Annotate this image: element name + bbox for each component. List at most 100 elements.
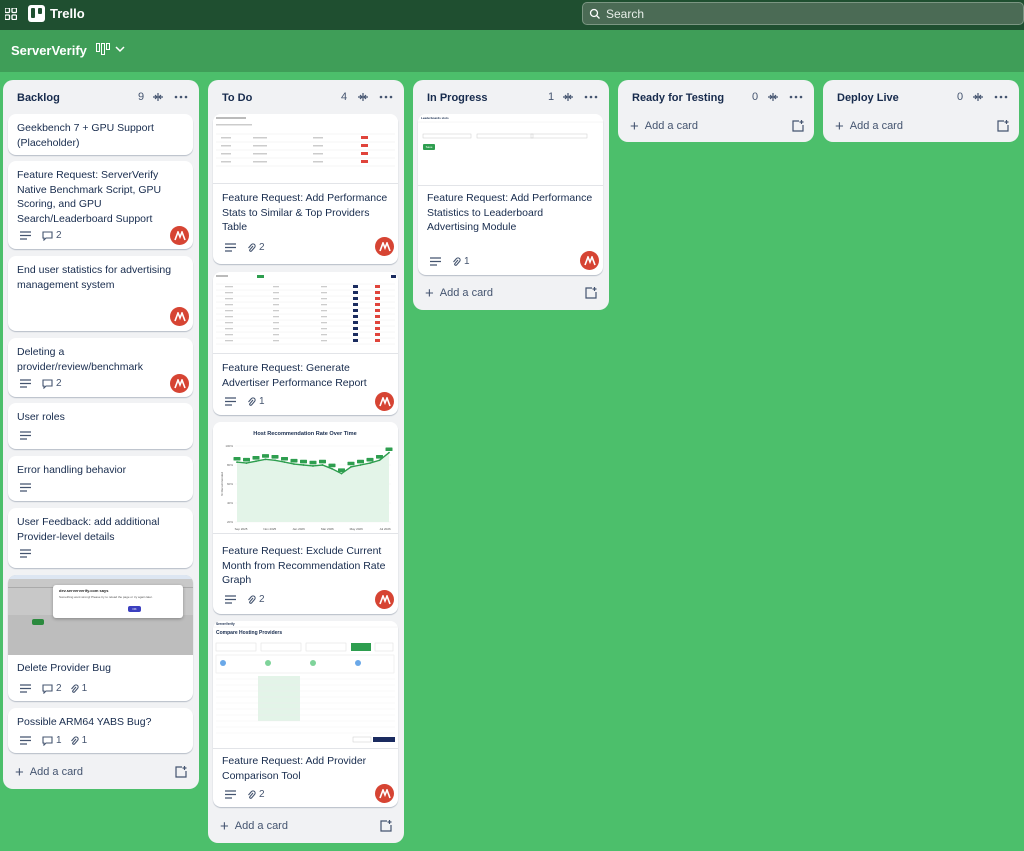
avatar-logo-icon	[378, 241, 391, 251]
card-badges: 2	[20, 378, 70, 389]
chart-data-label	[366, 457, 374, 462]
create-from-template-icon[interactable]	[380, 820, 392, 832]
comments-badge: 1	[42, 735, 62, 746]
chart-point	[369, 462, 371, 464]
attachments-badge: 1	[70, 683, 87, 694]
description-icon	[20, 231, 31, 240]
trello-logo[interactable]: Trello	[28, 5, 85, 22]
card[interactable]: Feature Request: ServerVerify Native Ben…	[8, 161, 193, 249]
collapse-list-icon[interactable]	[562, 92, 574, 102]
list-actions-icon[interactable]	[174, 91, 188, 103]
card[interactable]: Host Recommendation Rate Over Time % Rec…	[213, 422, 398, 614]
card[interactable]: User Feedback: add additional Provider-l…	[8, 508, 193, 568]
paperclip-icon	[248, 242, 256, 252]
board-title[interactable]: ServerVerify	[11, 43, 87, 58]
app-name: Trello	[50, 6, 85, 21]
description-icon	[20, 684, 31, 693]
list-title[interactable]: Backlog	[17, 92, 60, 104]
member-avatar[interactable]	[580, 251, 599, 270]
card[interactable]: End user statistics for advertising mana…	[8, 256, 193, 331]
collapse-list-icon[interactable]	[152, 92, 164, 102]
create-from-template-icon[interactable]	[175, 766, 187, 778]
add-card-button[interactable]: + Add a card	[220, 819, 288, 834]
card[interactable]: Deleting a provider/review/benchmark 2	[8, 338, 193, 397]
card[interactable]: Leaderboards slots Save Feature Request:…	[418, 114, 603, 275]
app-switcher-icon[interactable]	[5, 8, 17, 20]
attachments-badge: 1	[452, 256, 470, 267]
add-card-button[interactable]: + Add a card	[835, 119, 903, 134]
board-header: ServerVerify	[0, 30, 1024, 72]
add-card-button[interactable]: + Add a card	[425, 286, 493, 301]
list-header: In Progress 1	[413, 80, 609, 114]
member-avatar[interactable]	[375, 392, 394, 411]
member-avatar[interactable]	[170, 374, 189, 393]
add-card-button[interactable]: + Add a card	[630, 119, 698, 134]
chart-data-label	[338, 468, 345, 472]
collapse-list-icon[interactable]	[767, 92, 779, 102]
chart-point	[293, 463, 295, 465]
card-badges: 2	[20, 230, 70, 241]
chart-title: Host Recommendation Rate Over Time	[253, 431, 356, 437]
chart-data-label	[271, 455, 279, 459]
comment-icon	[42, 735, 53, 746]
chart-data-label	[376, 455, 383, 459]
add-card-label: Add a card	[849, 120, 903, 132]
description-icon	[20, 431, 31, 440]
chart-y-axis-label: % Recommended	[220, 472, 224, 496]
comment-count: 2	[56, 378, 62, 389]
card-badges	[20, 431, 42, 440]
card-badges: 2 1	[20, 683, 95, 694]
member-avatar[interactable]	[375, 784, 394, 803]
list-actions-icon[interactable]	[789, 91, 803, 103]
member-avatar[interactable]	[375, 237, 394, 256]
card[interactable]: Feature Request: Generate Advertiser Per…	[213, 272, 398, 415]
alert-dialog-text: Something went wrong! Please try to relo…	[59, 595, 153, 599]
member-avatar[interactable]	[170, 226, 189, 245]
chart-y-tick-label: 20%	[227, 520, 233, 524]
list-title[interactable]: In Progress	[427, 92, 488, 104]
comment-icon	[42, 230, 53, 241]
member-avatar[interactable]	[170, 307, 189, 326]
description-badge	[20, 231, 34, 240]
table-screenshot-thumbnail	[216, 117, 395, 167]
attachment-count: 2	[259, 789, 265, 800]
chart-y-tick-label: 40%	[227, 501, 233, 505]
list-title[interactable]: Ready for Testing	[632, 92, 724, 104]
board-view-switcher[interactable]	[96, 43, 126, 55]
card[interactable]: User roles	[8, 403, 193, 449]
card-title: Deleting a provider/review/benchmark	[17, 346, 144, 373]
comment-icon	[42, 683, 53, 694]
list-actions-icon[interactable]	[994, 91, 1008, 103]
card[interactable]: ServerVerify Compare Hosting Providers F…	[213, 621, 398, 807]
paperclip-icon	[248, 594, 256, 604]
search-icon	[589, 8, 600, 19]
chart-point	[245, 462, 248, 464]
chart-point	[321, 464, 324, 466]
search-box[interactable]	[582, 2, 1024, 25]
description-icon	[225, 397, 236, 406]
chart-data-label	[233, 456, 241, 461]
list-actions-icon[interactable]	[379, 91, 393, 103]
list-title[interactable]: Deploy Live	[837, 92, 899, 104]
list-title[interactable]: To Do	[222, 92, 252, 104]
avatar-logo-icon	[378, 594, 391, 604]
card-title: Feature Request: Exclude Current Month f…	[222, 545, 386, 586]
card[interactable]: dev.serververify.com says Something went…	[8, 575, 193, 701]
create-from-template-icon[interactable]	[997, 120, 1009, 132]
member-avatar[interactable]	[375, 590, 394, 609]
card[interactable]: Geekbench 7 + GPU Support (Placeholder)	[8, 114, 193, 155]
description-badge	[20, 549, 34, 558]
card[interactable]: Possible ARM64 YABS Bug? 1 1	[8, 708, 193, 753]
collapse-list-icon[interactable]	[357, 92, 369, 102]
collapse-list-icon[interactable]	[972, 92, 984, 102]
card[interactable]: Error handling behavior	[8, 456, 193, 501]
list-card-count: 0	[752, 91, 759, 103]
list-actions-icon[interactable]	[584, 91, 598, 103]
search-input[interactable]	[606, 6, 1006, 21]
card[interactable]: Feature Request: Add Performance Stats t…	[213, 114, 398, 264]
create-from-template-icon[interactable]	[585, 287, 597, 299]
add-card-button[interactable]: + Add a card	[15, 765, 83, 780]
description-badge	[20, 379, 34, 388]
create-from-template-icon[interactable]	[792, 120, 804, 132]
chart-data-label	[281, 456, 288, 461]
